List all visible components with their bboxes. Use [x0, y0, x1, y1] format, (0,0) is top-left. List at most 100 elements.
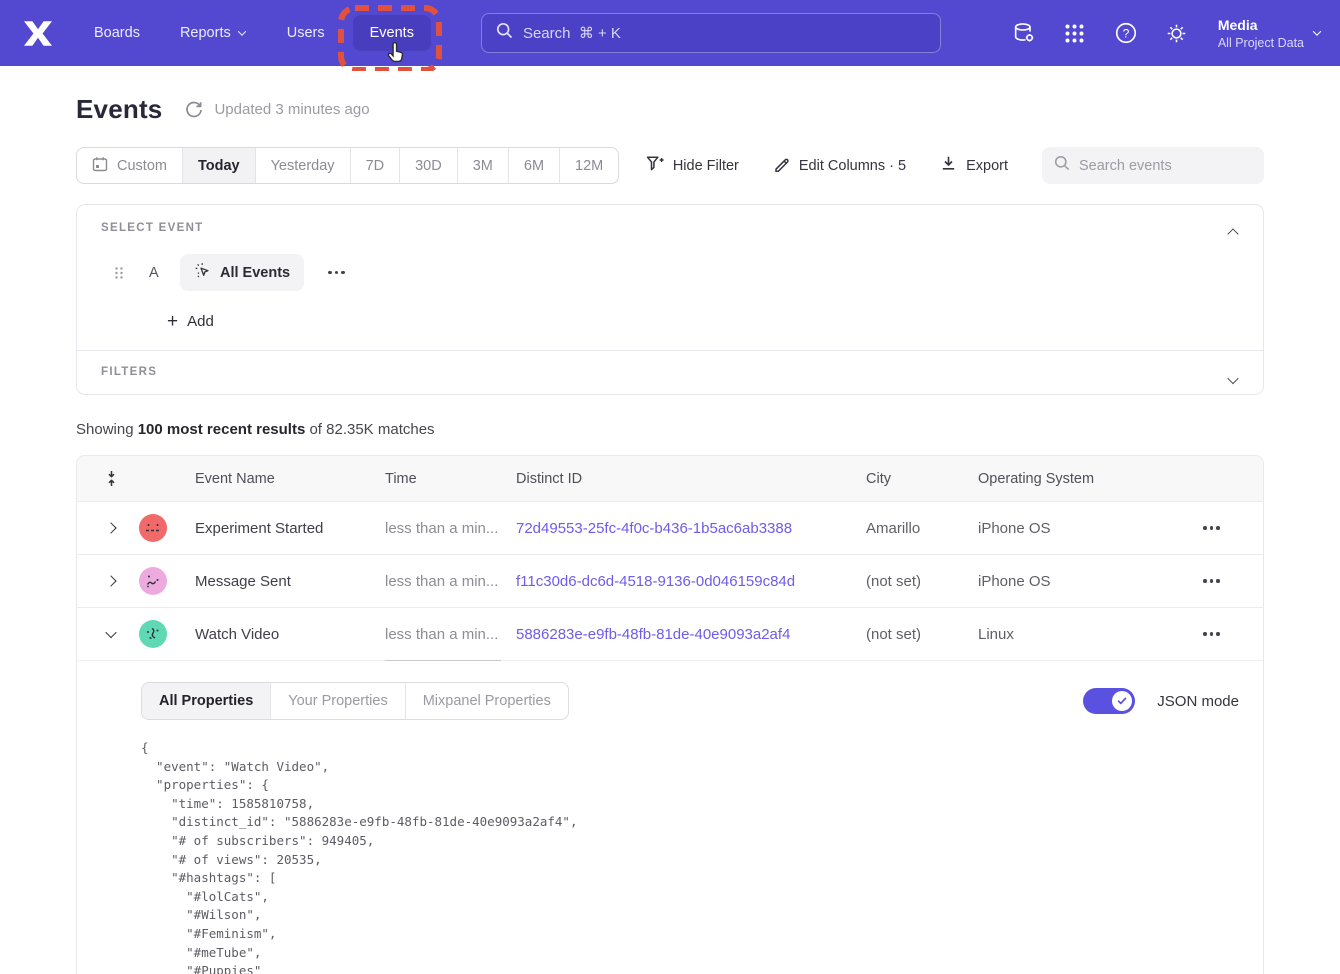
- event-name-cell: Watch Video: [195, 626, 385, 643]
- add-event-button[interactable]: + Add: [167, 313, 1239, 330]
- table-row-expanded[interactable]: Watch Video less than a min... 5886283e-…: [77, 607, 1263, 660]
- tab-your-properties[interactable]: Your Properties: [270, 683, 404, 719]
- last-updated-text: Updated 3 minutes ago: [214, 101, 369, 118]
- date-option-yesterday[interactable]: Yesterday: [255, 148, 350, 183]
- plus-icon: +: [167, 315, 178, 329]
- os-cell: Linux: [978, 626, 1185, 643]
- top-navigation: Boards Reports Users Events: [0, 0, 1340, 66]
- city-cell: (not set): [866, 573, 978, 590]
- column-header-distinct-id: Distinct ID: [516, 471, 866, 487]
- filter-funnel-icon: [646, 155, 664, 176]
- event-cursor-sparkle-icon: [194, 262, 211, 283]
- select-event-section: SELECT EVENT A: [77, 205, 1263, 350]
- results-count: 100 most recent results: [138, 421, 306, 438]
- apps-grid-icon[interactable]: [1063, 21, 1087, 45]
- date-option-today[interactable]: Today: [182, 148, 255, 183]
- help-icon[interactable]: ?: [1114, 21, 1138, 45]
- distinct-id-link[interactable]: 5886283e-e9fb-48fb-81de-40e9093a2af4: [516, 626, 866, 643]
- hide-filter-button[interactable]: Hide Filter: [646, 155, 739, 176]
- date-option-3m[interactable]: 3M: [457, 148, 508, 183]
- row-more-options-icon[interactable]: [1197, 573, 1263, 589]
- svg-text:?: ?: [1122, 26, 1129, 40]
- nav-item-users[interactable]: Users: [287, 25, 325, 41]
- event-row: A All Events: [101, 254, 1239, 291]
- event-name-cell: Experiment Started: [195, 520, 385, 537]
- city-cell: Amarillo: [866, 520, 978, 537]
- nav-item-boards[interactable]: Boards: [94, 25, 140, 41]
- date-option-30d[interactable]: 30D: [399, 148, 457, 183]
- collapse-row-chevron[interactable]: [93, 630, 129, 638]
- settings-gear-icon[interactable]: [1165, 21, 1189, 45]
- os-cell: iPhone OS: [978, 573, 1185, 590]
- user-avatar[interactable]: [139, 567, 167, 595]
- select-event-label: SELECT EVENT: [101, 222, 1239, 234]
- table-row[interactable]: Message Sent less than a min... f11c30d6…: [77, 554, 1263, 607]
- global-search-input[interactable]: [523, 25, 926, 42]
- tab-mixpanel-properties[interactable]: Mixpanel Properties: [405, 683, 568, 719]
- project-name: Media: [1218, 16, 1304, 35]
- refresh-icon[interactable]: [184, 100, 204, 120]
- event-detail-panel: All Properties Your Properties Mixpanel …: [77, 660, 1263, 974]
- search-events-box[interactable]: [1042, 147, 1264, 184]
- event-more-options-icon[interactable]: [322, 265, 351, 281]
- date-option-12m[interactable]: 12M: [559, 148, 618, 183]
- expand-row-chevron[interactable]: [93, 524, 129, 532]
- date-option-6m[interactable]: 6M: [508, 148, 559, 183]
- events-table: Event Name Time Distinct ID City Operati…: [76, 455, 1264, 974]
- os-cell: iPhone OS: [978, 520, 1185, 537]
- row-more-options-icon[interactable]: [1197, 626, 1263, 642]
- json-mode-label: JSON mode: [1157, 693, 1239, 710]
- data-management-icon[interactable]: [1012, 21, 1036, 45]
- expand-row-chevron[interactable]: [93, 577, 129, 585]
- toggle-knob: [1112, 691, 1132, 711]
- time-cell: less than a min...: [385, 573, 516, 590]
- date-option-7d[interactable]: 7D: [350, 148, 400, 183]
- json-mode-toggle[interactable]: [1083, 688, 1135, 714]
- table-row[interactable]: Experiment Started less than a min... 72…: [77, 501, 1263, 554]
- expand-filters-chevron[interactable]: [1225, 367, 1241, 393]
- event-json-content: { "event": "Watch Video", "properties": …: [141, 739, 1239, 974]
- chevron-down-icon: [237, 27, 245, 35]
- download-icon: [940, 155, 957, 176]
- distinct-id-link[interactable]: 72d49553-25fc-4f0c-b436-1b5ac6ab3388: [516, 520, 866, 537]
- edit-columns-button[interactable]: Edit Columns · 5: [773, 155, 906, 176]
- column-header-city: City: [866, 471, 978, 487]
- column-header-os: Operating System: [978, 471, 1185, 487]
- filters-section[interactable]: FILTERS: [77, 351, 1263, 394]
- query-builder-card: SELECT EVENT A: [76, 204, 1264, 395]
- project-switcher[interactable]: Media All Project Data: [1218, 16, 1320, 51]
- drag-handle-icon[interactable]: [113, 266, 127, 280]
- expand-collapse-all-icon[interactable]: [93, 470, 129, 487]
- calendar-icon: [92, 156, 108, 176]
- time-column-divider: [385, 660, 501, 661]
- user-avatar[interactable]: [139, 514, 167, 542]
- search-icon: [1054, 155, 1070, 176]
- nav-item-reports[interactable]: Reports: [180, 25, 245, 41]
- user-avatar[interactable]: [139, 620, 167, 648]
- tab-all-properties[interactable]: All Properties: [142, 683, 270, 719]
- collapse-section-chevron[interactable]: [1225, 221, 1241, 247]
- selected-event-name: All Events: [220, 265, 290, 281]
- event-name-cell: Message Sent: [195, 573, 385, 590]
- city-cell: (not set): [866, 626, 978, 643]
- search-events-input[interactable]: [1079, 158, 1252, 174]
- distinct-id-link[interactable]: f11c30d6-dc6d-4518-9136-0d046159c84d: [516, 573, 866, 590]
- column-header-event-name: Event Name: [195, 471, 385, 487]
- nav-item-events[interactable]: Events: [353, 15, 431, 51]
- properties-tabs: All Properties Your Properties Mixpanel …: [141, 682, 569, 720]
- results-summary: Showing 100 most recent results of 82.35…: [76, 421, 1264, 438]
- mixpanel-logo-icon[interactable]: [24, 20, 54, 46]
- row-more-options-icon[interactable]: [1197, 520, 1263, 536]
- chevron-down-icon: [1313, 27, 1321, 35]
- filters-label: FILTERS: [101, 366, 1239, 378]
- pencil-icon: [773, 155, 790, 176]
- date-range-control: Custom Today Yesterday 7D 30D 3M 6M 12M: [76, 147, 619, 184]
- event-selector-button[interactable]: All Events: [180, 254, 304, 291]
- global-search[interactable]: [481, 13, 941, 53]
- date-option-custom[interactable]: Custom: [77, 148, 182, 183]
- project-scope: All Project Data: [1218, 35, 1304, 51]
- search-icon: [496, 22, 513, 44]
- column-header-time: Time: [385, 471, 516, 487]
- export-button[interactable]: Export: [940, 155, 1008, 176]
- table-header-row: Event Name Time Distinct ID City Operati…: [77, 456, 1263, 501]
